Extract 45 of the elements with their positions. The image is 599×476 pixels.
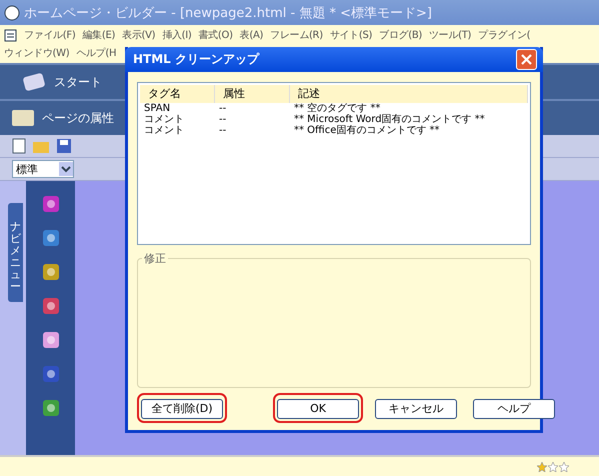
save-icon[interactable] bbox=[56, 138, 72, 154]
menu-item[interactable]: 挿入(I) bbox=[162, 28, 192, 42]
start-tab[interactable]: スタート bbox=[54, 74, 102, 90]
dialog-button[interactable]: キャンセル bbox=[375, 398, 457, 419]
table-cell-text: コメント bbox=[143, 125, 185, 136]
menu-item[interactable]: サイト(S) bbox=[330, 28, 372, 42]
dialog-title: HTML クリーンアップ bbox=[133, 51, 259, 68]
table-cell-text: ** Office固有のコメントです ** bbox=[293, 125, 441, 136]
document-icon[interactable] bbox=[4, 28, 17, 42]
menu-item[interactable]: ファイル(F) bbox=[24, 28, 76, 42]
menu-item[interactable]: 表(A) bbox=[240, 28, 264, 42]
close-icon bbox=[521, 54, 532, 65]
start-icon[interactable] bbox=[22, 71, 48, 93]
menu-item[interactable]: 編集(E) bbox=[82, 28, 116, 42]
navigation-menu-tab[interactable]: ナビメニュー bbox=[8, 203, 23, 302]
new-page-icon[interactable] bbox=[12, 138, 26, 154]
menu-item[interactable]: プラグイン( bbox=[478, 28, 530, 42]
table-cell-text: SPAN bbox=[143, 103, 172, 114]
table-cell-text: コメント bbox=[143, 114, 185, 125]
page-properties-tab[interactable]: ページの属性 bbox=[42, 110, 114, 126]
page-properties-icon[interactable] bbox=[10, 107, 36, 129]
column-header[interactable]: 記述 bbox=[290, 85, 528, 103]
table-cell-text: -- bbox=[218, 103, 228, 114]
dialog-button[interactable]: 全て削除(D) bbox=[141, 398, 223, 419]
menu-item[interactable]: ツール(T) bbox=[429, 28, 472, 42]
menu-item[interactable]: ウィンドウ(W) bbox=[4, 46, 70, 60]
style-select[interactable]: 標準 bbox=[12, 160, 74, 178]
dropdown-icon bbox=[59, 162, 73, 176]
table-cell-text: -- bbox=[218, 125, 228, 136]
table-cell-text: -- bbox=[218, 114, 228, 125]
dialog-button[interactable]: OK bbox=[277, 398, 359, 419]
menu-item[interactable]: ブログ(B) bbox=[379, 28, 422, 42]
table-cell-text: ** 空のタグです ** bbox=[293, 103, 382, 114]
menu-item[interactable]: 書式(O) bbox=[198, 28, 233, 42]
menu-item[interactable]: フレーム(R) bbox=[270, 28, 323, 42]
dialog-button[interactable]: ヘルプ bbox=[473, 398, 555, 419]
table-cell-text: ** Microsoft Word固有のコメントです ** bbox=[293, 114, 486, 125]
column-header[interactable]: タグ名 bbox=[140, 85, 215, 103]
window-title: ホームページ・ビルダー - [newpage2.html - 無題 * <標準モード>] bbox=[24, 4, 432, 22]
column-header[interactable]: 属性 bbox=[215, 85, 290, 103]
close-button[interactable] bbox=[516, 49, 537, 70]
menu-item[interactable]: 表示(V) bbox=[122, 28, 156, 42]
menu-item[interactable]: ヘルプ(H bbox=[76, 46, 116, 60]
group-label: 修正 bbox=[143, 251, 167, 266]
app-icon bbox=[4, 4, 20, 20]
